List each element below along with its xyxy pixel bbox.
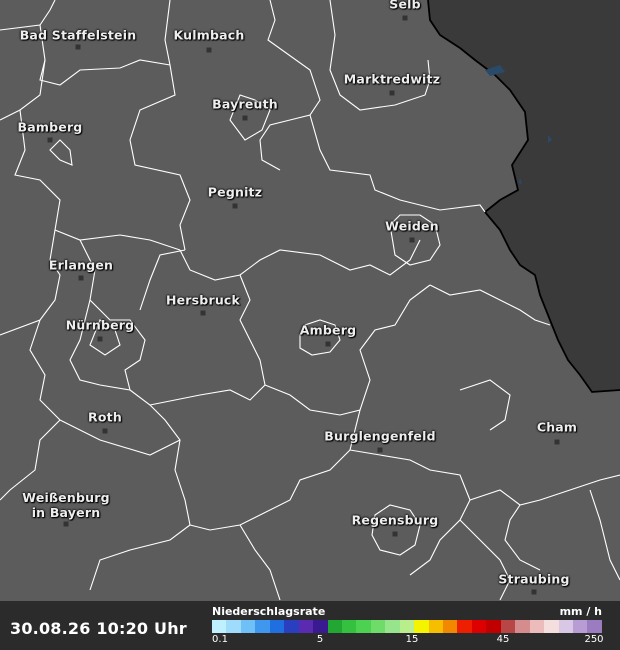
- legend-tick: 15: [405, 634, 419, 645]
- city-label: Amberg: [299, 322, 357, 338]
- city-marker: [377, 447, 383, 453]
- legend-tick: 5: [316, 634, 324, 645]
- legend-swatch: [385, 620, 400, 633]
- city-label: Selb: [389, 0, 421, 12]
- city-label: Roth: [88, 409, 122, 425]
- legend-swatch: [500, 620, 516, 633]
- legend-swatch: [313, 620, 328, 633]
- city-marker: [232, 203, 238, 209]
- legend-footer: 30.08.26 10:20 Uhr Niederschlagsrate mm …: [0, 601, 620, 650]
- legend-swatch: [587, 620, 602, 633]
- city-marker: [206, 47, 212, 53]
- legend-swatch: [284, 620, 299, 633]
- legend-swatch: [414, 620, 429, 633]
- legend-tick: 45: [496, 634, 510, 645]
- legend-swatch: [471, 620, 487, 633]
- legend-tick: 250: [584, 634, 604, 645]
- city-label: Burglengenfeld: [324, 428, 436, 444]
- legend-swatch: [428, 620, 443, 633]
- czech-area: [428, 0, 620, 392]
- legend-swatch: [341, 620, 357, 633]
- city-marker: [402, 15, 408, 21]
- city-marker: [200, 310, 206, 316]
- city-label: Weißenburg in Bayern: [22, 490, 110, 520]
- city-marker: [531, 589, 537, 595]
- city-label: Hersbruck: [165, 292, 241, 308]
- city-marker: [325, 341, 331, 347]
- city-label: Cham: [536, 419, 578, 435]
- city-label: Bad Staffelstein: [19, 27, 137, 43]
- radar-map[interactable]: Selb Bad Staffelstein Kulmbach Marktredwitz…: [0, 0, 620, 650]
- city-marker: [554, 439, 560, 445]
- city-marker: [409, 237, 415, 243]
- city-label: Straubing: [498, 571, 570, 587]
- city-marker: [392, 531, 398, 537]
- city-label: Pegnitz: [207, 184, 263, 200]
- legend-swatch: [327, 620, 342, 633]
- city-label: Bayreuth: [212, 96, 278, 112]
- legend-swatch: [269, 620, 285, 633]
- legend-swatch: [226, 620, 241, 633]
- city-label: Erlangen: [48, 257, 114, 273]
- city-marker: [102, 428, 108, 434]
- legend-swatch: [370, 620, 386, 633]
- city-marker: [389, 90, 395, 96]
- legend-swatch: [443, 620, 458, 633]
- legend-swatch: [529, 620, 545, 633]
- timestamp: 30.08.26 10:20 Uhr: [10, 619, 187, 638]
- legend-swatch: [486, 620, 501, 633]
- city-label: Nürnberg: [65, 317, 135, 333]
- city-marker: [78, 275, 84, 281]
- city-label: Bamberg: [17, 119, 83, 135]
- legend-swatch: [399, 620, 415, 633]
- legend-swatch: [457, 620, 472, 633]
- legend-unit: mm / h: [559, 605, 602, 618]
- legend-title: Niederschlagsrate: [212, 605, 326, 618]
- city-label: Weiden: [385, 218, 439, 234]
- legend-swatch: [240, 620, 256, 633]
- legend-swatch: [298, 620, 314, 633]
- legend-swatch: [212, 620, 227, 633]
- legend-swatch: [255, 620, 270, 633]
- city-marker: [97, 336, 103, 342]
- legend-color-bar: [212, 620, 602, 633]
- city-marker: [47, 137, 53, 143]
- legend-swatch: [356, 620, 371, 633]
- city-label: Marktredwitz: [343, 71, 441, 87]
- legend-swatch: [558, 620, 573, 633]
- city-marker: [63, 521, 69, 527]
- legend-swatch: [515, 620, 530, 633]
- city-label: Kulmbach: [173, 27, 245, 43]
- city-marker: [75, 44, 81, 50]
- city-label: Regensburg: [351, 512, 439, 528]
- legend-swatch: [544, 620, 559, 633]
- city-marker: [242, 115, 248, 121]
- legend-swatch: [572, 620, 588, 633]
- legend-tick: 0.1: [212, 634, 228, 645]
